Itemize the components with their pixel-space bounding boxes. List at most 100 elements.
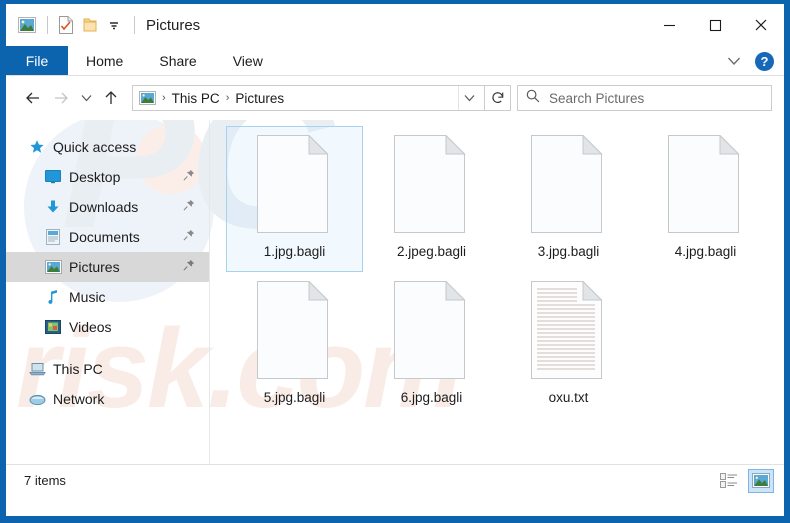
ribbon-right-controls: ? <box>719 46 780 76</box>
blank-file-icon <box>530 134 608 234</box>
close-button[interactable] <box>738 4 784 46</box>
sidebar-item-label: Videos <box>69 319 112 335</box>
sidebar-item-label: Desktop <box>69 169 121 185</box>
text-file-icon <box>530 280 608 380</box>
window-title: Pictures <box>146 16 201 34</box>
details-view-button[interactable] <box>716 469 742 493</box>
pin-icon[interactable] <box>183 198 195 216</box>
this-pc-icon <box>28 360 46 378</box>
file-item[interactable]: 3.jpg.bagli <box>500 126 637 272</box>
pictures-icon <box>139 91 156 105</box>
blank-file-icon <box>256 134 334 234</box>
breadcrumb-separator-1: › <box>225 92 230 104</box>
file-item[interactable]: 5.jpg.bagli <box>226 272 363 418</box>
sidebar-item-network[interactable]: Network <box>6 384 209 414</box>
recent-locations-button[interactable] <box>76 85 96 111</box>
videos-icon <box>44 318 62 336</box>
sidebar-item-quick-access[interactable]: Quick access <box>6 132 209 162</box>
pictures-icon <box>44 258 62 276</box>
sidebar-item-music[interactable]: Music <box>6 282 209 312</box>
window-controls <box>646 4 784 46</box>
view-mode-buttons <box>716 468 774 493</box>
sidebar-item-label: Documents <box>69 229 140 245</box>
blank-file-icon <box>256 280 334 380</box>
window-client-area: PC risk.com Pictures File Home Share Vie… <box>6 4 784 516</box>
navigation-pane: Quick access Desktop Downloads Documents… <box>6 120 210 464</box>
downloads-icon <box>44 198 62 216</box>
explorer-window: PC risk.com Pictures File Home Share Vie… <box>0 0 790 523</box>
up-button[interactable] <box>98 85 124 111</box>
search-input[interactable] <box>549 90 749 106</box>
pin-icon[interactable] <box>183 228 195 246</box>
file-item[interactable]: 4.jpg.bagli <box>637 126 774 272</box>
sidebar-item-downloads[interactable]: Downloads <box>6 192 209 222</box>
file-grid: 1.jpg.bagli 2.jpeg.bagli 3.jpg.bagli 4.j… <box>226 126 784 418</box>
file-name: oxu.txt <box>548 390 589 405</box>
chevron-down-icon[interactable] <box>719 46 749 76</box>
forward-button[interactable] <box>48 85 74 111</box>
sidebar-item-label: This PC <box>53 361 103 377</box>
help-button[interactable]: ? <box>755 51 774 71</box>
pin-icon[interactable] <box>183 168 195 186</box>
pin-icon[interactable] <box>183 258 195 276</box>
blank-file-icon <box>393 134 471 234</box>
customize-dropdown-icon[interactable] <box>103 14 125 36</box>
network-icon <box>28 390 46 408</box>
sidebar-item-label: Music <box>69 289 106 305</box>
star-icon <box>28 138 46 156</box>
desktop-icon <box>44 168 62 186</box>
sidebar-item-label: Quick access <box>53 139 137 155</box>
blank-file-icon <box>667 134 745 234</box>
breadcrumb-item-this-pc[interactable]: This PC <box>169 91 223 106</box>
tab-file[interactable]: File <box>6 46 68 75</box>
breadcrumb-dropdown-icon[interactable] <box>458 86 480 110</box>
toolbar-separator <box>47 16 48 34</box>
new-folder-icon[interactable] <box>79 14 101 36</box>
back-button[interactable] <box>20 85 46 111</box>
file-name: 3.jpg.bagli <box>537 244 600 259</box>
sidebar-item-documents[interactable]: Documents <box>6 222 209 252</box>
refresh-button[interactable] <box>485 85 511 111</box>
sidebar-item-this-pc[interactable]: This PC <box>6 354 209 384</box>
file-name: 2.jpeg.bagli <box>396 244 467 259</box>
address-bar-row: › This PC › Pictures <box>6 76 784 120</box>
sidebar-item-pictures[interactable]: Pictures <box>6 252 209 282</box>
file-name: 5.jpg.bagli <box>263 390 326 405</box>
maximize-button[interactable] <box>692 4 738 46</box>
sidebar-item-desktop[interactable]: Desktop <box>6 162 209 192</box>
sidebar-item-label: Pictures <box>69 259 120 275</box>
ribbon-tab-bar: File Home Share View ? <box>6 46 784 76</box>
properties-icon[interactable] <box>55 14 77 36</box>
item-count-label: 7 items <box>24 473 66 488</box>
tab-view[interactable]: View <box>215 46 281 75</box>
file-item[interactable]: 2.jpeg.bagli <box>363 126 500 272</box>
music-icon <box>44 288 62 306</box>
search-icon <box>526 89 540 108</box>
picture-icon <box>16 14 38 36</box>
documents-icon <box>44 228 62 246</box>
tab-share[interactable]: Share <box>141 46 214 75</box>
blank-file-icon <box>393 280 471 380</box>
file-name: 4.jpg.bagli <box>674 244 737 259</box>
status-bar: 7 items <box>6 464 784 496</box>
toolbar-separator-2 <box>134 16 135 34</box>
title-bar: Pictures <box>6 4 784 46</box>
sidebar-item-label: Network <box>53 391 105 407</box>
large-icons-view-button[interactable] <box>748 468 774 493</box>
search-box[interactable] <box>517 85 772 111</box>
file-item[interactable]: oxu.txt <box>500 272 637 418</box>
file-list-pane[interactable]: 1.jpg.bagli 2.jpeg.bagli 3.jpg.bagli 4.j… <box>210 120 784 464</box>
sidebar-item-videos[interactable]: Videos <box>6 312 209 342</box>
file-item[interactable]: 1.jpg.bagli <box>226 126 363 272</box>
breadcrumb-item-pictures[interactable]: Pictures <box>232 91 287 106</box>
breadcrumb[interactable]: › This PC › Pictures <box>132 85 485 111</box>
sidebar-item-label: Downloads <box>69 199 139 215</box>
tab-home[interactable]: Home <box>68 46 141 75</box>
file-name: 1.jpg.bagli <box>263 244 326 259</box>
explorer-body: Quick access Desktop Downloads Documents… <box>6 120 784 464</box>
file-name: 6.jpg.bagli <box>400 390 463 405</box>
minimize-button[interactable] <box>646 4 692 46</box>
breadcrumb-separator-0: › <box>162 92 166 104</box>
file-item[interactable]: 6.jpg.bagli <box>363 272 500 418</box>
